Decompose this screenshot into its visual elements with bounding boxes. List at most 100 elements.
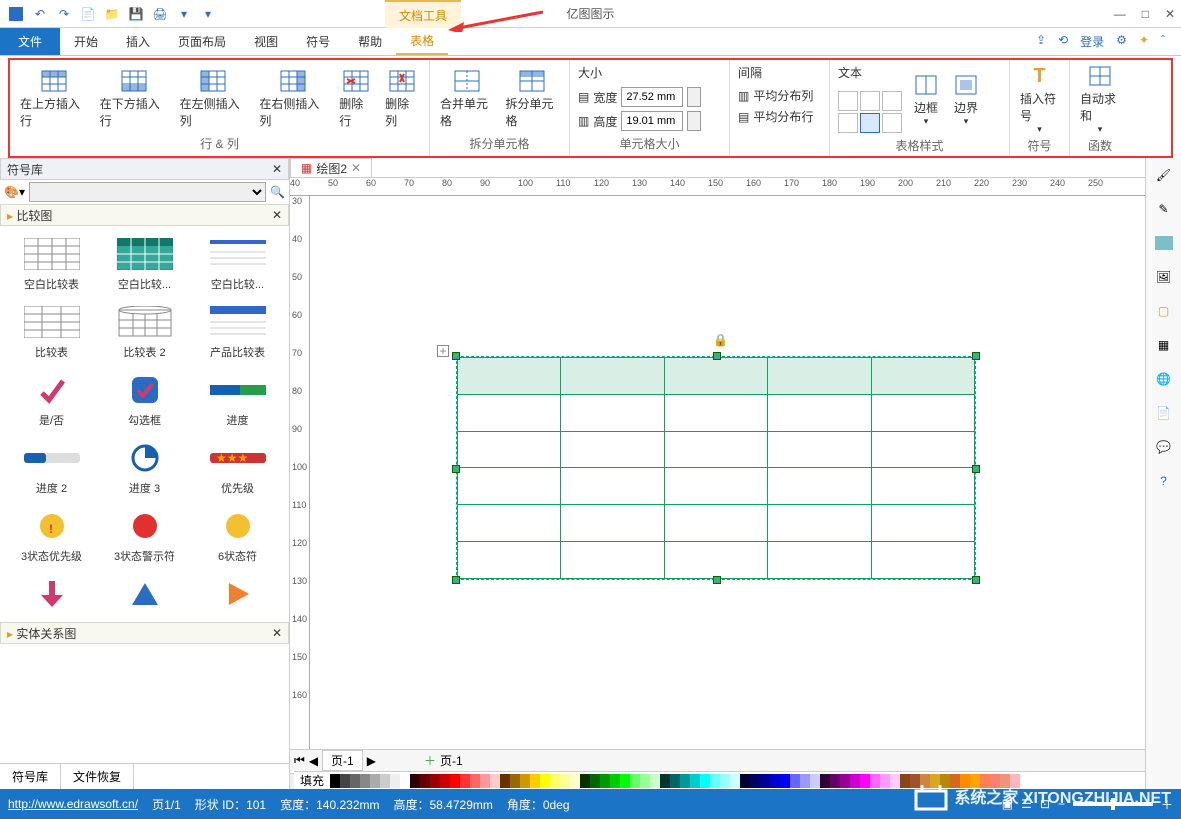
color-swatch[interactable] [640,774,650,788]
color-swatch[interactable] [900,774,910,788]
doc-tab-1[interactable]: ▦绘图2✕ [290,158,372,177]
shape-compare-1[interactable]: 比较表 [6,300,97,364]
tab-table[interactable]: 表格 [396,28,448,55]
close-cat-icon[interactable]: ✕ [272,626,282,640]
shape-progress-2[interactable]: 进度 2 [6,436,97,500]
color-swatch[interactable] [720,774,730,788]
color-swatch[interactable] [790,774,800,788]
grid-icon[interactable]: ▦ [1153,334,1175,356]
color-swatch[interactable] [690,774,700,788]
color-swatch[interactable] [550,774,560,788]
tab-insert[interactable]: 插入 [112,28,164,55]
color-swatch[interactable] [600,774,610,788]
comment-icon[interactable]: 💬 [1153,436,1175,458]
width-spinner[interactable] [687,87,701,107]
globe-icon[interactable]: 🌐 [1153,368,1175,390]
color-swatch[interactable] [800,774,810,788]
color-swatch[interactable] [360,774,370,788]
color-swatch[interactable] [540,774,550,788]
tab-symbol[interactable]: 符号 [292,28,344,55]
align-mc[interactable] [860,113,880,133]
color-swatch[interactable] [500,774,510,788]
color-swatch[interactable] [830,774,840,788]
delete-row-button[interactable]: 删除行 [333,67,379,131]
maximize-icon[interactable]: □ [1142,7,1149,21]
color-swatch[interactable] [410,774,420,788]
close-doc-icon[interactable]: ✕ [351,161,361,175]
color-swatch[interactable] [340,774,350,788]
close-cat-icon[interactable]: ✕ [272,208,282,222]
shape-yesno[interactable]: 是/否 [6,368,97,432]
color-swatch[interactable] [850,774,860,788]
align-ml[interactable] [838,113,858,133]
shape-blank-table-2[interactable]: 空白比较... [99,232,190,296]
color-swatch[interactable] [430,774,440,788]
color-swatch[interactable] [820,774,830,788]
tab-help[interactable]: 帮助 [344,28,396,55]
color-swatch[interactable] [350,774,360,788]
insert-col-left-button[interactable]: 在左侧插入列 [174,67,254,131]
save-icon[interactable]: 💾 [128,6,144,22]
color-swatch[interactable] [450,774,460,788]
pen-icon[interactable]: ✎ [1153,198,1175,220]
shape-play[interactable] [192,572,283,616]
color-swatch[interactable] [630,774,640,788]
bottom-tab-symbols[interactable]: 符号库 [0,764,61,789]
fill-tool-icon[interactable] [1153,232,1175,254]
insert-row-below-button[interactable]: 在下方插入行 [94,67,174,131]
help-icon[interactable]: ? [1153,470,1175,492]
tab-layout[interactable]: 页面布局 [164,28,240,55]
color-swatch[interactable] [760,774,770,788]
puzzle-icon[interactable]: ✦ [1139,33,1149,50]
height-input[interactable] [621,111,683,131]
align-mr[interactable] [882,113,902,133]
color-swatch[interactable] [480,774,490,788]
close-panel-icon[interactable]: ✕ [272,162,282,176]
color-swatch[interactable] [520,774,530,788]
color-swatch[interactable] [460,774,470,788]
shape-progress-3[interactable]: 进度 3 [99,436,190,500]
brush-icon[interactable]: 🖌 [1153,164,1175,186]
color-swatch[interactable] [890,774,900,788]
color-swatch[interactable] [330,774,340,788]
color-swatch[interactable] [730,774,740,788]
color-swatch[interactable] [810,774,820,788]
qat-more-icon[interactable]: ▾ [200,6,216,22]
shape-blank-table-1[interactable]: 空白比较表 [6,232,97,296]
align-tl[interactable] [838,91,858,111]
gear-icon[interactable]: ⚙ [1116,33,1127,50]
canvas[interactable]: 🔒 + [310,196,1145,749]
add-page-icon[interactable]: ＋ [424,752,436,769]
align-tc[interactable] [860,91,880,111]
distribute-rows-button[interactable]: ▤平均分布行 [738,108,821,125]
page-nav-first[interactable]: ⏮ [294,753,305,768]
color-swatch[interactable] [750,774,760,788]
align-tr[interactable] [882,91,902,111]
move-handle-icon[interactable]: + [437,345,449,357]
color-swatch[interactable] [780,774,790,788]
lib-select[interactable] [29,182,266,202]
share-icon[interactable]: ⟲ [1058,33,1068,50]
shape-priority[interactable]: ★★★优先级 [192,436,283,500]
color-swatch[interactable] [680,774,690,788]
color-swatch[interactable] [700,774,710,788]
color-swatch[interactable] [880,774,890,788]
shape-checkbox[interactable]: 勾选框 [99,368,190,432]
width-input[interactable] [621,87,683,107]
color-swatch[interactable] [660,774,670,788]
shape-compare-2[interactable]: 比较表 2 [99,300,190,364]
image-icon[interactable]: 🖼 [1153,266,1175,288]
color-swatch[interactable] [840,774,850,788]
tab-file[interactable]: 文件 [0,28,60,55]
entity-category-header[interactable]: ▸ 实体关系图 ✕ [0,622,289,644]
color-swatch[interactable] [440,774,450,788]
split-cells-button[interactable]: 拆分单元格 [500,67,566,131]
close-icon[interactable]: ✕ [1165,7,1175,21]
page-nav-next[interactable]: ▶ [367,754,376,768]
color-swatch[interactable] [470,774,480,788]
color-swatch[interactable] [380,774,390,788]
border-button[interactable]: 边框▾ [906,71,946,129]
delete-col-button[interactable]: 删除列 [379,67,425,131]
lib-palette-icon[interactable]: 🎨▾ [4,185,25,199]
page-tab-1[interactable]: 页-1 [322,750,363,771]
